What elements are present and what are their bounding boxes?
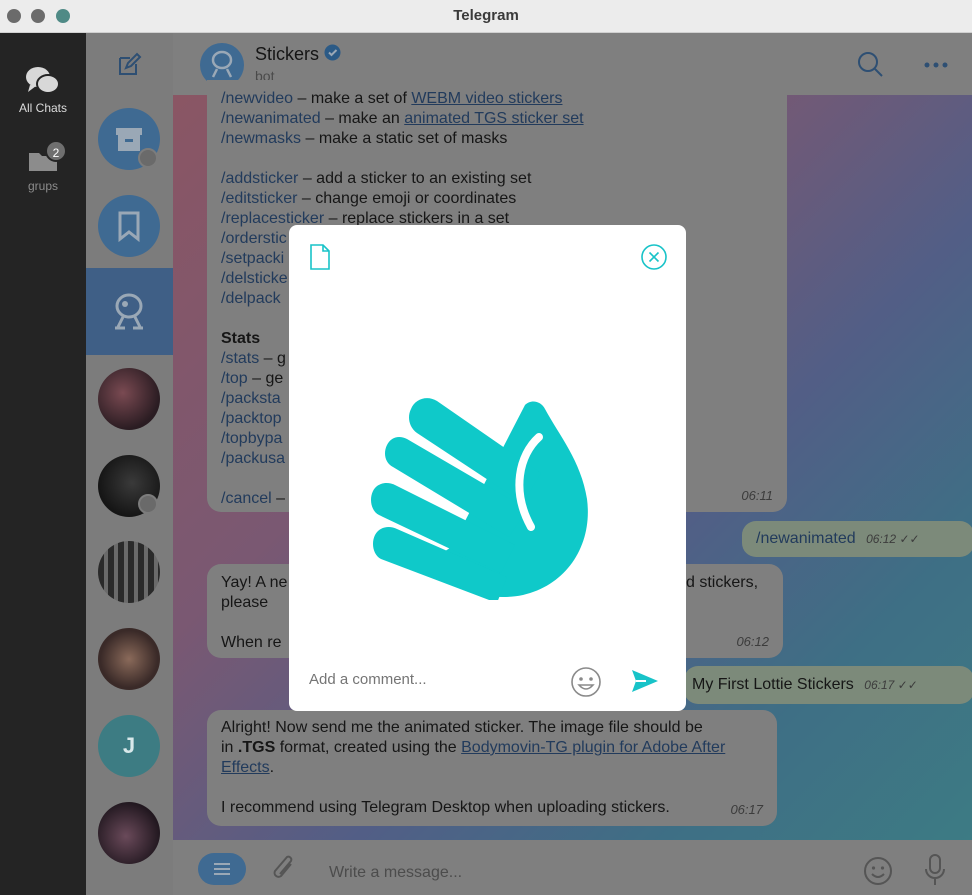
title-bar: Telegram xyxy=(0,0,972,33)
message-composer: Write a message... xyxy=(173,840,972,895)
chat-stickers-bot[interactable] xyxy=(98,281,160,343)
microphone-icon[interactable] xyxy=(924,853,946,887)
close-icon[interactable] xyxy=(641,244,667,270)
sticker-upload-dialog xyxy=(289,225,686,711)
bookmark-icon xyxy=(118,211,140,243)
chat-avatar-photo[interactable] xyxy=(98,628,160,690)
compose-icon[interactable] xyxy=(116,52,142,78)
message-link[interactable]: Bodymovin-TG plugin for Adobe After xyxy=(461,739,725,756)
emoji-icon[interactable] xyxy=(863,856,893,886)
message-text: My First Lottie Stickers 06:17 ✓✓ xyxy=(692,676,918,693)
message-text: d stickers, xyxy=(686,574,759,591)
more-options-icon[interactable] xyxy=(923,61,949,69)
chat-avatar-photo[interactable] xyxy=(98,802,160,864)
folder-label: grups xyxy=(27,179,59,193)
emoji-icon[interactable] xyxy=(570,666,602,698)
message-text: Yay! A ne xyxy=(221,574,288,591)
waving-hand-sticker xyxy=(371,398,588,600)
attach-icon[interactable] xyxy=(271,854,299,886)
message-link[interactable]: animated TGS sticker set xyxy=(404,110,583,127)
window-title: Telegram xyxy=(453,7,519,24)
menu-icon xyxy=(214,863,230,875)
folder-label: All Chats xyxy=(18,101,68,115)
folder-all-chats[interactable]: All Chats xyxy=(0,65,86,115)
file-icon[interactable] xyxy=(309,243,331,271)
search-icon[interactable] xyxy=(856,50,884,78)
message-text: When re xyxy=(221,634,282,651)
comment-input[interactable] xyxy=(309,671,559,688)
bot-menu-button[interactable] xyxy=(198,853,246,885)
chat-saved-messages[interactable] xyxy=(98,195,160,257)
message-bubble-outgoing: /newanimated 06:12 ✓✓ xyxy=(742,521,972,557)
unread-badge: 2 xyxy=(45,140,67,162)
message-bubble: Alright! Now send me the animated sticke… xyxy=(207,710,777,826)
send-icon[interactable] xyxy=(630,668,660,694)
message-time: 06:11 xyxy=(741,488,773,503)
avatar-initial: J xyxy=(122,733,136,758)
message-text: Alright! Now send me the animated sticke… xyxy=(221,719,726,816)
chat-badge xyxy=(138,494,158,514)
chats-icon xyxy=(26,67,60,94)
stickers-bot-icon xyxy=(115,293,143,330)
chat-avatar-j[interactable]: J xyxy=(98,715,160,777)
chat-avatar-photo[interactable] xyxy=(98,368,160,430)
message-time: 06:17 xyxy=(730,802,763,817)
message-text: please xyxy=(221,594,269,611)
chat-badge xyxy=(138,148,158,168)
message-bubble-outgoing: My First Lottie Stickers 06:17 ✓✓ xyxy=(684,666,972,704)
folder-grups[interactable]: grups xyxy=(0,145,86,193)
chat-title[interactable]: Stickers xyxy=(255,44,341,65)
message-input[interactable]: Write a message... xyxy=(329,864,462,882)
message-time: 06:12 xyxy=(736,634,769,649)
verified-icon xyxy=(324,44,341,61)
message-text: /newanimated 06:12 ✓✓ xyxy=(756,530,920,547)
folders-sidebar: All Chats grups 2 xyxy=(0,33,86,895)
message-link[interactable]: WEBM video stickers xyxy=(411,90,562,107)
message-link[interactable]: Effects xyxy=(221,759,270,776)
chat-avatar-photo[interactable] xyxy=(98,541,160,603)
